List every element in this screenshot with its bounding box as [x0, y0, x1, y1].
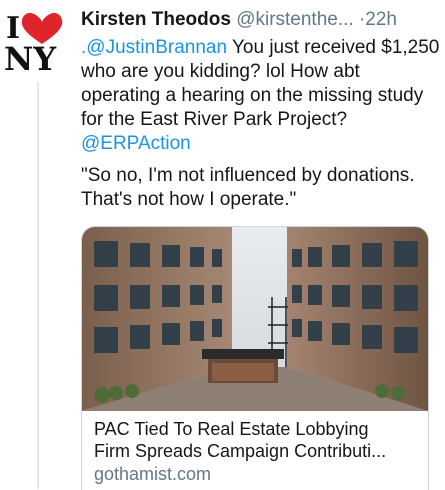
- author-name[interactable]: Kirsten Theodos: [81, 9, 231, 30]
- card-text: PAC Tied To Real Estate Lobbying Firm Sp…: [82, 411, 428, 485]
- svg-text:NY: NY: [4, 40, 57, 74]
- i-love-ny-logo: I NY: [4, 11, 63, 78]
- avatar[interactable]: I NY: [2, 8, 72, 78]
- author-handle[interactable]: @kirstenthe...: [236, 9, 354, 30]
- card-title-line-1[interactable]: PAC Tied To Real Estate Lobbying: [94, 418, 416, 440]
- card-image: [82, 227, 428, 411]
- tweet-body: .@JustinBrannan You just received $1,250…: [81, 36, 441, 212]
- card-title-line-2[interactable]: Firm Spreads Campaign Contributi...: [94, 440, 416, 462]
- card-domain: gothamist.com: [94, 464, 212, 484]
- mention-link[interactable]: @ERPAction: [81, 133, 191, 154]
- thread-line: [37, 82, 39, 489]
- tweet-text: .@JustinBrannan You just received $1,250…: [81, 36, 441, 156]
- mention-link[interactable]: .@JustinBrannan: [81, 37, 227, 58]
- link-preview-card[interactable]: PAC Tied To Real Estate Lobbying Firm Sp…: [81, 226, 429, 490]
- tweet-header: Kirsten Theodos @kirstenthe... ·22h: [81, 8, 445, 34]
- tweet-quote-text: "So no, I'm not influenced by donations.…: [81, 165, 415, 210]
- tweet-timestamp[interactable]: 22h: [365, 9, 397, 30]
